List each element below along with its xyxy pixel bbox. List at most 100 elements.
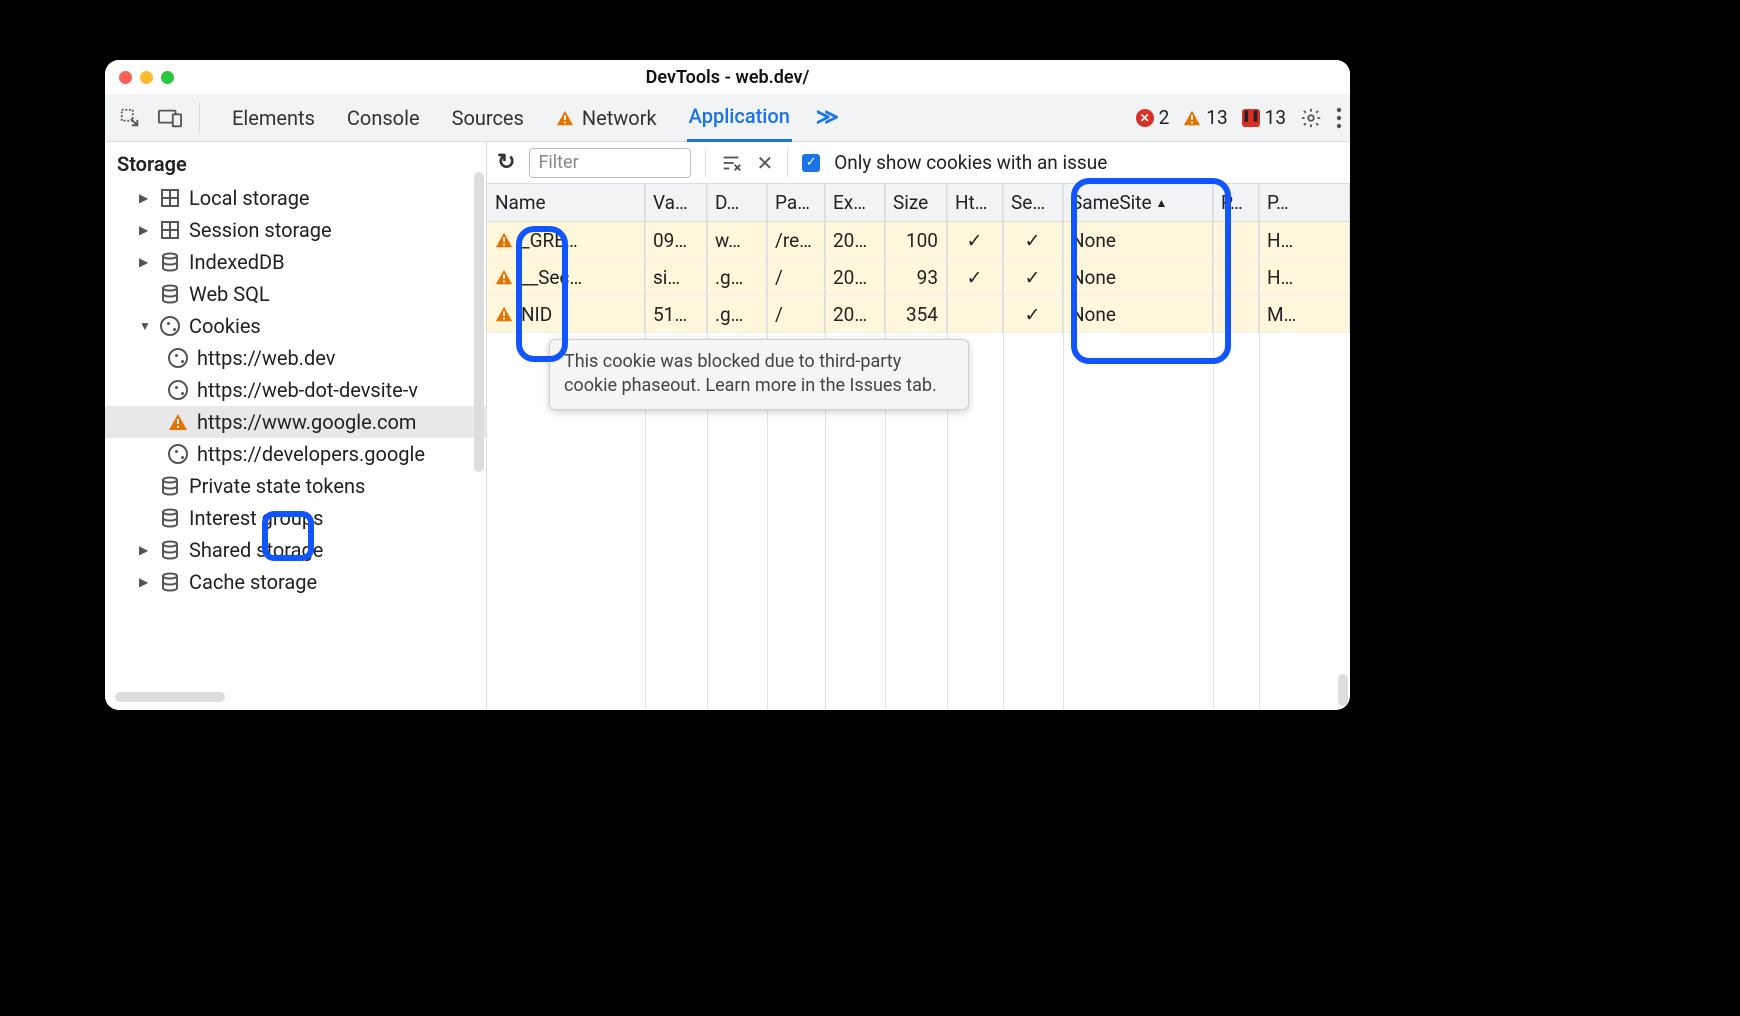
cookie-icon [167, 443, 189, 465]
database-icon [159, 507, 181, 529]
cookie-origin-webdev[interactable]: https://web.dev [105, 342, 486, 374]
warning-icon [495, 268, 513, 286]
table-body: _GRE… 09… w… /re… 20… 100 ✓ ✓ None H… [487, 222, 1350, 333]
tab-network[interactable]: Network [554, 94, 659, 142]
tab-elements[interactable]: Elements [230, 94, 317, 142]
caret-right-icon: ▶ [139, 223, 151, 237]
caret-right-icon: ▶ [139, 255, 151, 269]
only-issues-checkbox[interactable]: ✓ [802, 154, 820, 172]
sidebar-item-local-storage[interactable]: ▶ Local storage [105, 182, 486, 214]
col-secure[interactable]: Se… [1003, 184, 1063, 221]
close-window-button[interactable] [119, 71, 132, 84]
sidebar: Storage ▶ Local storage ▶ Session storag… [105, 142, 487, 710]
col-samesite[interactable]: SameSite▲ [1063, 184, 1213, 221]
sidebar-section-storage: Storage [105, 142, 486, 182]
error-counter[interactable]: ✕ 2 [1136, 106, 1170, 129]
database-icon [159, 571, 181, 593]
sort-asc-icon: ▲ [1156, 196, 1168, 210]
vertical-scrollbar[interactable] [474, 172, 484, 472]
caret-down-icon: ▼ [139, 319, 151, 333]
cookie-icon [167, 347, 189, 369]
error-icon: ✕ [1136, 109, 1154, 127]
warning-icon [1183, 109, 1201, 127]
vertical-scrollbar[interactable] [1338, 674, 1348, 706]
database-icon [159, 283, 181, 305]
more-tabs-button[interactable]: ≫ [816, 105, 839, 130]
horizontal-scrollbar[interactable] [115, 692, 225, 702]
tab-application[interactable]: Application [687, 94, 792, 142]
table-headers: Name Va… D… Pa… Ex… Size Ht… Se… SameSit… [487, 184, 1350, 222]
cookies-table: Name Va… D… Pa… Ex… Size Ht… Se… SameSit… [487, 184, 1350, 710]
sidebar-item-label: https://web-dot-devsite-v [197, 378, 418, 402]
sidebar-item-indexeddb[interactable]: ▶ IndexedDB [105, 246, 486, 278]
grid-icon [159, 219, 181, 241]
cookie-blocked-tooltip: This cookie was blocked due to third-par… [549, 339, 969, 410]
cookie-origin-developers[interactable]: https://developers.google [105, 438, 486, 470]
col-name[interactable]: Name [487, 184, 645, 221]
devtools-window: DevTools - web.dev/ Elements Console Sou… [105, 60, 1350, 710]
col-domain[interactable]: D… [707, 184, 767, 221]
sidebar-item-interest-groups[interactable]: ▶ Interest groups [105, 502, 486, 534]
caret-right-icon: ▶ [139, 543, 151, 557]
devtools-tabbar: Elements Console Sources Network Applica… [105, 94, 1350, 142]
table-row[interactable]: _GRE… 09… w… /re… 20… 100 ✓ ✓ None H… [487, 222, 1350, 259]
col-priority[interactable]: P… [1213, 184, 1259, 221]
sidebar-item-label: https://www.google.com [197, 410, 416, 434]
sidebar-item-label: Private state tokens [189, 474, 365, 498]
sidebar-item-label: https://web.dev [197, 346, 335, 370]
sidebar-item-websql[interactable]: ▶ Web SQL [105, 278, 486, 310]
tab-console[interactable]: Console [345, 94, 422, 142]
only-issues-label: Only show cookies with an issue [834, 151, 1107, 174]
table-row[interactable]: NID 51… .g… / 20… 354 ✓ None M… [487, 296, 1350, 333]
sidebar-item-private-state-tokens[interactable]: ▶ Private state tokens [105, 470, 486, 502]
cookie-origin-devsite[interactable]: https://web-dot-devsite-v [105, 374, 486, 406]
cookie-icon [167, 379, 189, 401]
clear-all-button[interactable]: ✕ [756, 151, 773, 175]
cookie-origin-google[interactable]: https://www.google.com [105, 406, 486, 438]
issues-icon: ❚❚ [1242, 109, 1260, 127]
sidebar-item-label: IndexedDB [189, 250, 285, 274]
warning-counter[interactable]: 13 [1183, 106, 1227, 129]
sidebar-item-label: Web SQL [189, 282, 270, 306]
grid-icon [159, 187, 181, 209]
filter-input[interactable]: Filter [529, 148, 691, 178]
kebab-menu-icon[interactable] [1336, 107, 1342, 129]
traffic-lights [119, 71, 174, 84]
sidebar-item-label: Local storage [189, 186, 310, 210]
warning-icon [495, 231, 513, 249]
col-path[interactable]: Pa… [767, 184, 825, 221]
reload-button[interactable]: ↻ [497, 150, 515, 175]
col-partition[interactable]: P… [1259, 184, 1350, 221]
minimize-window-button[interactable] [140, 71, 153, 84]
table-row[interactable]: __Sec… si… .g… / 20… 93 ✓ ✓ None H… [487, 259, 1350, 296]
col-value[interactable]: Va… [645, 184, 707, 221]
sidebar-item-label: Session storage [189, 218, 332, 242]
window-title: DevTools - web.dev/ [174, 67, 1281, 88]
sidebar-item-label: Cache storage [189, 570, 317, 594]
col-httponly[interactable]: Ht… [947, 184, 1003, 221]
tab-sources[interactable]: Sources [450, 94, 526, 142]
clear-filter-icon[interactable] [720, 152, 742, 174]
device-toolbar-icon[interactable] [153, 101, 187, 135]
col-size[interactable]: Size [885, 184, 947, 221]
warning-icon [167, 411, 189, 433]
sidebar-item-session-storage[interactable]: ▶ Session storage [105, 214, 486, 246]
issues-counter[interactable]: ❚❚ 13 [1242, 106, 1286, 129]
caret-right-icon: ▶ [139, 191, 151, 205]
sidebar-item-cache-storage[interactable]: ▶ Cache storage [105, 566, 486, 598]
cookies-toolbar: ↻ Filter ✕ ✓ Only show cookies with an i… [487, 142, 1350, 184]
settings-icon[interactable] [1300, 107, 1322, 129]
sidebar-item-shared-storage[interactable]: ▶ Shared storage [105, 534, 486, 566]
sidebar-item-cookies[interactable]: ▼ Cookies [105, 310, 486, 342]
inspect-element-icon[interactable] [113, 101, 147, 135]
zoom-window-button[interactable] [161, 71, 174, 84]
col-expires[interactable]: Ex… [825, 184, 885, 221]
caret-right-icon: ▶ [139, 575, 151, 589]
database-icon [159, 475, 181, 497]
database-icon [159, 251, 181, 273]
database-icon [159, 539, 181, 561]
warning-icon [556, 109, 574, 127]
sidebar-item-label: Shared storage [189, 538, 323, 562]
cookie-icon [159, 315, 181, 337]
filter-placeholder: Filter [538, 152, 578, 173]
